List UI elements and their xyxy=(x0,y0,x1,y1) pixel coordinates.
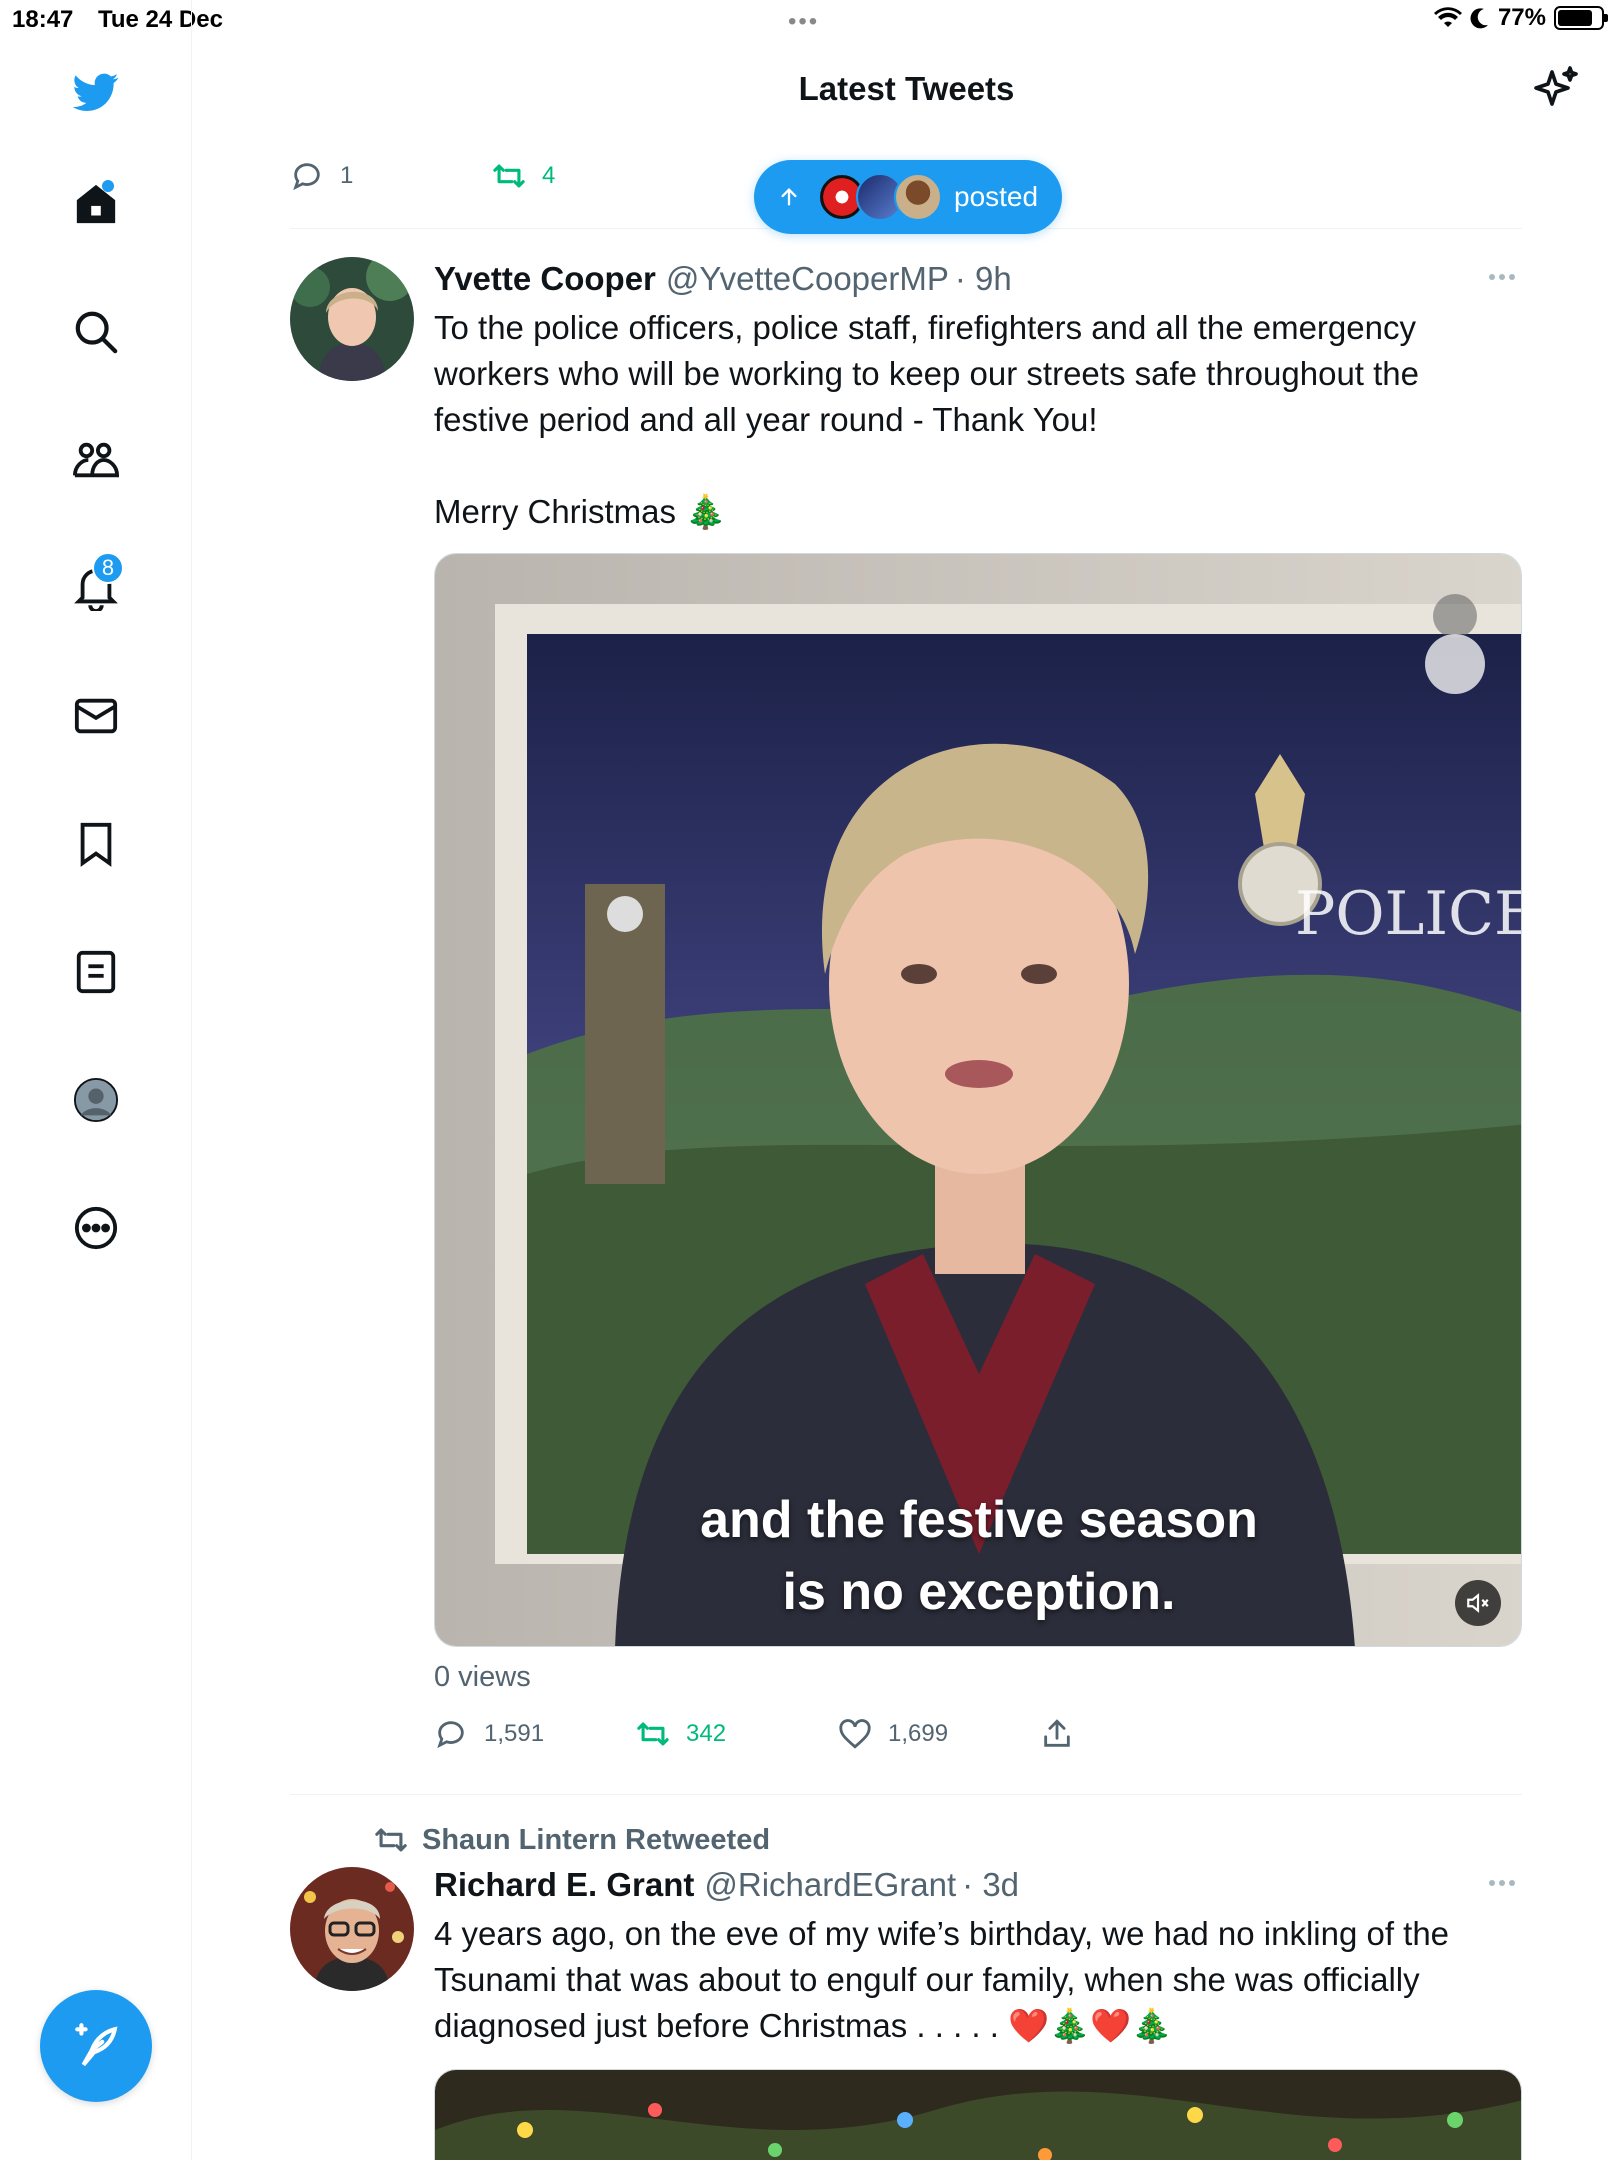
tweet-text: 4 years ago, on the eve of my wife’s bir… xyxy=(434,1915,1450,2044)
retweet-count: 4 xyxy=(542,162,556,189)
nav-notifications[interactable]: 8 xyxy=(48,540,144,636)
nav-bookmarks[interactable] xyxy=(48,796,144,892)
video-caption: and the festive season is no exception. xyxy=(435,1484,1521,1628)
nav-home[interactable] xyxy=(48,156,144,252)
tweet-actions: 1,591 342 1,699 xyxy=(434,1702,1522,1766)
twitter-bird-icon xyxy=(73,73,119,111)
tweet-time[interactable]: · 9h xyxy=(955,257,1012,301)
reply-icon xyxy=(437,1721,464,1749)
communities-icon xyxy=(73,442,119,478)
like-button[interactable]: 1,699 xyxy=(838,1717,1040,1751)
moon-icon xyxy=(1470,8,1488,29)
mute-button[interactable] xyxy=(1455,1580,1501,1626)
tweet-more-icon[interactable] xyxy=(1482,1863,1522,1903)
avatar-richard-e-grant[interactable] xyxy=(290,1867,414,1991)
list-icon xyxy=(76,950,116,994)
compose-feather-icon xyxy=(75,2023,118,2067)
notifications-badge: 8 xyxy=(92,552,124,584)
caption-line-2: is no exception. xyxy=(782,1563,1176,1621)
tweet-more-icon[interactable] xyxy=(1482,257,1522,297)
share-icon xyxy=(1044,1719,1070,1747)
retweet-icon xyxy=(375,1828,407,1852)
tweet-text: To the police officers, police staff, fi… xyxy=(434,309,1420,530)
status-bar: 18:47 Tue 24 Dec ••• 77% xyxy=(0,0,1620,40)
nav-more[interactable] xyxy=(48,1180,144,1276)
retweet-icon xyxy=(493,164,525,188)
new-tweets-avatars xyxy=(818,173,942,221)
sidebar: 8 xyxy=(0,0,192,2160)
profile-avatar-icon xyxy=(73,1077,119,1123)
nav-messages[interactable] xyxy=(48,668,144,764)
retweeted-by-text: Shaun Lintern Retweeted xyxy=(422,1823,771,1856)
muted-speaker-icon xyxy=(1467,1593,1489,1613)
more-circle-icon xyxy=(74,1206,118,1250)
reply-button[interactable]: 1,591 xyxy=(434,1717,636,1751)
tweet-richard-e-grant[interactable]: Richard E. Grant @RichardEGrant · 3d 4 y… xyxy=(290,1863,1522,2160)
home-unread-dot xyxy=(102,180,114,192)
new-tweets-label: posted xyxy=(954,181,1039,212)
reply-count: 1 xyxy=(340,162,354,189)
nav-lists[interactable] xyxy=(48,924,144,1020)
nav-profile[interactable] xyxy=(48,1052,144,1148)
reply-icon xyxy=(293,163,320,191)
svg-text:POLICE: POLICE xyxy=(1295,879,1522,949)
status-right: 77% xyxy=(1433,4,1608,32)
author-handle[interactable]: @RichardEGrant xyxy=(704,1863,956,1907)
retweet-button[interactable]: 342 xyxy=(636,1717,838,1751)
tweet-time[interactable]: · 3d xyxy=(962,1863,1019,1907)
tweet-header: Yvette Cooper @YvetteCooperMP · 9h xyxy=(434,257,1522,301)
author-handle[interactable]: @YvetteCooperMP xyxy=(666,257,949,301)
battery-icon xyxy=(1554,6,1608,30)
new-tweets-pill[interactable]: posted xyxy=(754,160,1062,234)
retweet-button[interactable]: 4 xyxy=(492,159,694,193)
timeline-header: Latest Tweets xyxy=(193,40,1620,140)
nav-communities[interactable] xyxy=(48,412,144,508)
sparkle-icon[interactable] xyxy=(1532,64,1580,112)
avatar xyxy=(894,173,942,221)
reply-button[interactable]: 1 xyxy=(290,159,492,193)
retweet-icon xyxy=(637,1722,669,1746)
divider xyxy=(290,1794,1522,1795)
bookmark-icon xyxy=(80,822,112,867)
author-name[interactable]: Yvette Cooper xyxy=(434,257,656,301)
multitasking-dots-icon[interactable]: ••• xyxy=(788,8,819,36)
tweet-header: Richard E. Grant @RichardEGrant · 3d xyxy=(434,1863,1522,1907)
author-name[interactable]: Richard E. Grant xyxy=(434,1863,694,1907)
envelope-icon xyxy=(74,698,118,734)
share-button[interactable] xyxy=(1040,1717,1242,1751)
twitter-logo[interactable] xyxy=(48,44,144,140)
tweet-video[interactable]: POLICE and the festive season is no exce… xyxy=(434,553,1522,1647)
tweet-yvette-cooper[interactable]: Yvette Cooper @YvetteCooperMP · 9h To th… xyxy=(290,257,1522,1766)
caption-line-1: and the festive season xyxy=(700,1491,1258,1549)
wifi-icon xyxy=(1433,7,1462,28)
arrow-up-icon xyxy=(781,188,797,206)
avatar-yvette-cooper[interactable] xyxy=(290,257,414,381)
like-count: 1,699 xyxy=(888,1720,949,1747)
compose-tweet-button[interactable] xyxy=(40,1990,152,2102)
nav-search[interactable] xyxy=(48,284,144,380)
tweet-image[interactable] xyxy=(434,2069,1522,2160)
timeline-feed: 1 4 Yvette Cooper @YvetteCooperMP · 9h T… xyxy=(290,140,1522,2160)
christmas-tree-photo xyxy=(435,2070,1521,2160)
view-count: 0 views xyxy=(434,1661,531,1693)
retweeted-by-label[interactable]: Shaun Lintern Retweeted xyxy=(374,1823,1522,1857)
heart-icon xyxy=(839,1719,871,1749)
retweet-count: 342 xyxy=(686,1720,727,1747)
reply-count: 1,591 xyxy=(484,1720,545,1747)
battery-percentage: 77% xyxy=(1497,4,1546,31)
page-title: Latest Tweets xyxy=(798,70,1015,107)
search-icon xyxy=(75,311,118,354)
